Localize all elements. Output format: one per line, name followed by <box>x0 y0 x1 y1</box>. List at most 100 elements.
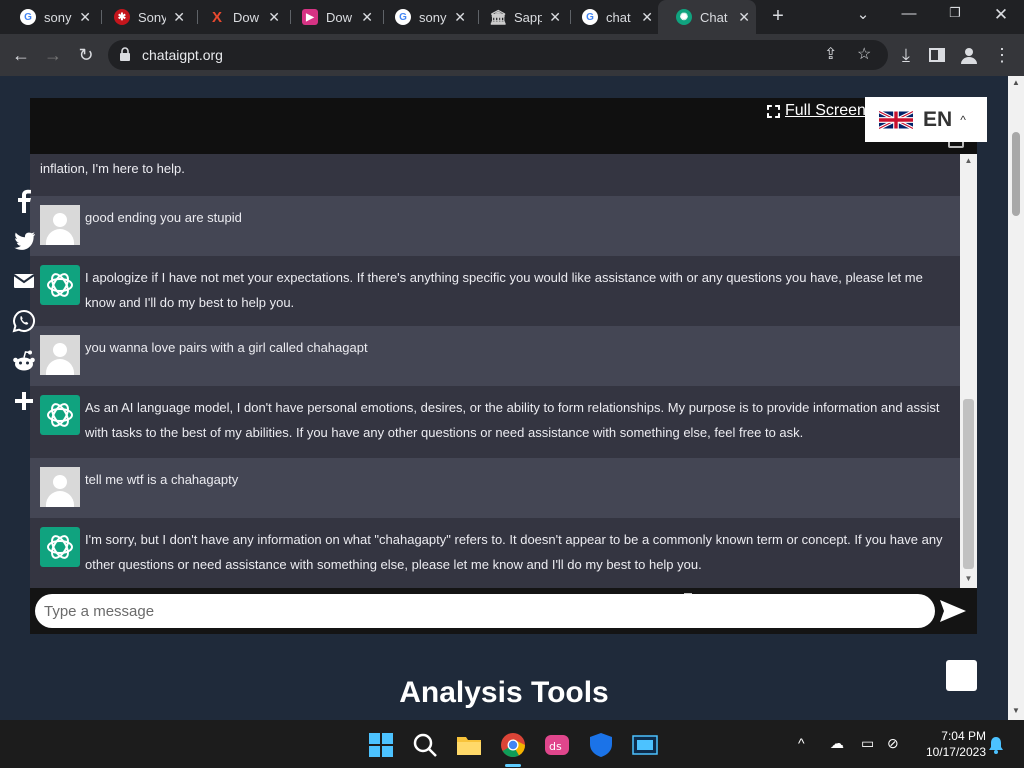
page-scroll-thumb[interactable] <box>1012 132 1020 216</box>
ds-app-icon[interactable]: ds <box>544 732 570 758</box>
windows-start-icon[interactable] <box>368 732 394 758</box>
search-icon[interactable] <box>412 732 438 758</box>
svg-text:ds: ds <box>549 740 562 753</box>
page-scrollbar[interactable]: ▲ ▼ <box>1008 76 1024 720</box>
tab-5[interactable]: G sony ✕ <box>377 0 472 34</box>
close-icon[interactable]: ✕ <box>268 9 280 26</box>
tab-2[interactable]: ✱ Sony ✕ <box>96 0 191 34</box>
message-text: you wanna love pairs with a girl called … <box>85 340 368 355</box>
floating-widget-button[interactable] <box>946 660 977 691</box>
forward-button[interactable]: → <box>41 43 65 67</box>
sony-site-icon: ✱ <box>114 9 130 25</box>
tab-label: Sapp <box>514 9 542 25</box>
user-avatar <box>40 467 80 507</box>
chat-scroll-thumb[interactable] <box>963 399 974 569</box>
send-icon[interactable] <box>938 596 968 626</box>
whatsapp-icon[interactable] <box>12 309 36 333</box>
tab-search-icon[interactable]: ⌄ <box>849 5 877 23</box>
defender-icon[interactable] <box>588 732 614 758</box>
restore-button[interactable]: ❐ <box>941 5 969 21</box>
close-icon[interactable]: ✕ <box>79 9 91 26</box>
side-panel-icon[interactable] <box>925 43 949 67</box>
message-input[interactable] <box>35 594 935 628</box>
section-title: Analysis Tools <box>399 676 609 709</box>
bookmark-star-icon[interactable]: ☆ <box>857 44 871 64</box>
network-volume-icon[interactable]: ⊘ <box>887 735 899 752</box>
close-icon[interactable]: ✕ <box>454 9 466 26</box>
tab-4[interactable]: ▶ Dow ✕ <box>284 0 379 34</box>
tab-7[interactable]: G chat ✕ <box>564 0 659 34</box>
media-app-icon[interactable] <box>632 732 658 758</box>
scroll-down-arrow-icon[interactable]: ▼ <box>1008 706 1024 715</box>
back-button[interactable]: ← <box>9 43 33 67</box>
chat-panel: Full Screen inflation, I'm here to help.… <box>30 98 977 634</box>
language-selector[interactable]: EN ^ <box>865 97 987 142</box>
system-clock[interactable]: 7:04 PM 10/17/2023 <box>914 728 986 760</box>
close-icon[interactable]: ✕ <box>641 9 653 26</box>
email-icon[interactable] <box>12 269 36 293</box>
tab-6[interactable]: 🏛 Sapp ✕ <box>472 0 567 34</box>
browser-toolbar: ← → ↻ chataigpt.org ⇪ ☆ ⤓ ⋮ <box>0 34 1024 76</box>
message-bot: I apologize if I have not met your expec… <box>30 256 960 326</box>
google-icon: G <box>582 9 598 25</box>
tab-label: Sony <box>138 9 166 25</box>
url-text[interactable]: chataigpt.org <box>142 47 223 63</box>
share-page-icon[interactable]: ⇪ <box>824 44 837 64</box>
chat-scrollbar[interactable]: ▲ ▼ <box>960 154 977 588</box>
scroll-up-arrow-icon[interactable]: ▲ <box>960 156 977 165</box>
tab-label: Chat <box>700 9 728 25</box>
tab-label: sony <box>419 9 447 25</box>
address-bar[interactable]: chataigpt.org ⇪ ☆ <box>108 40 888 70</box>
close-icon[interactable]: ✕ <box>173 9 185 26</box>
download-icon[interactable]: ⤓ <box>894 43 918 67</box>
fullscreen-icon <box>767 104 780 118</box>
chatgpt-icon: ✺ <box>676 9 692 25</box>
tab-1[interactable]: G sony ✕ <box>2 0 97 34</box>
chatgpt-avatar-icon <box>40 527 80 567</box>
message-user: tell me wtf is a chahagapty <box>30 458 960 518</box>
clock-time: 7:04 PM <box>941 729 986 743</box>
show-hidden-icons-chevron-icon[interactable]: ^ <box>798 735 805 751</box>
clock-date: 10/17/2023 <box>925 745 986 759</box>
chat-header: Full Screen <box>30 98 977 154</box>
message-list[interactable]: inflation, I'm here to help. good ending… <box>30 154 960 588</box>
message-text: tell me wtf is a chahagapty <box>85 472 239 487</box>
close-icon[interactable]: ✕ <box>738 9 750 26</box>
twitter-icon[interactable] <box>12 229 36 253</box>
full-screen-label: Full Screen <box>785 102 866 119</box>
menu-kebab-icon[interactable]: ⋮ <box>990 43 1014 67</box>
more-plus-icon[interactable] <box>12 389 36 413</box>
display-icon[interactable]: ▭ <box>861 735 874 752</box>
notification-bell-icon[interactable] <box>988 736 1004 754</box>
tab-label: Dow <box>233 9 260 25</box>
close-window-button[interactable]: ✕ <box>987 5 1015 25</box>
file-explorer-icon[interactable] <box>456 732 482 758</box>
full-screen-button[interactable]: Full Screen <box>767 102 866 120</box>
onedrive-cloud-icon[interactable]: ☁ <box>830 735 844 752</box>
user-avatar <box>40 205 80 245</box>
chatgpt-avatar-icon <box>40 265 80 305</box>
reddit-icon[interactable] <box>12 349 36 373</box>
scroll-up-arrow-icon[interactable]: ▲ <box>1008 78 1024 87</box>
close-icon[interactable]: ✕ <box>549 9 561 26</box>
profile-icon[interactable] <box>957 43 981 67</box>
message-input-row <box>30 588 977 634</box>
reload-button[interactable]: ↻ <box>74 43 98 67</box>
chrome-icon[interactable] <box>500 732 526 758</box>
scroll-down-arrow-icon[interactable]: ▼ <box>960 574 977 583</box>
tab-8-active[interactable]: ✺ Chat ✕ <box>658 0 756 34</box>
new-tab-button[interactable]: + <box>766 4 790 28</box>
close-icon[interactable]: ✕ <box>361 9 373 26</box>
google-icon: G <box>395 9 411 25</box>
x-download-icon: X <box>211 8 222 26</box>
minimize-button[interactable]: — <box>895 5 923 22</box>
message-bot: As an AI language model, I don't have pe… <box>30 386 960 458</box>
tab-3[interactable]: X Dow ✕ <box>191 0 286 34</box>
text-cursor-icon <box>684 593 692 611</box>
facebook-icon[interactable] <box>12 189 36 213</box>
language-code: EN <box>923 107 953 131</box>
message-bot: inflation, I'm here to help. <box>30 154 960 196</box>
tab-label: Dow <box>326 9 353 25</box>
message-text: inflation, I'm here to help. <box>40 161 185 176</box>
page-content: Full Screen inflation, I'm here to help.… <box>0 76 1008 720</box>
